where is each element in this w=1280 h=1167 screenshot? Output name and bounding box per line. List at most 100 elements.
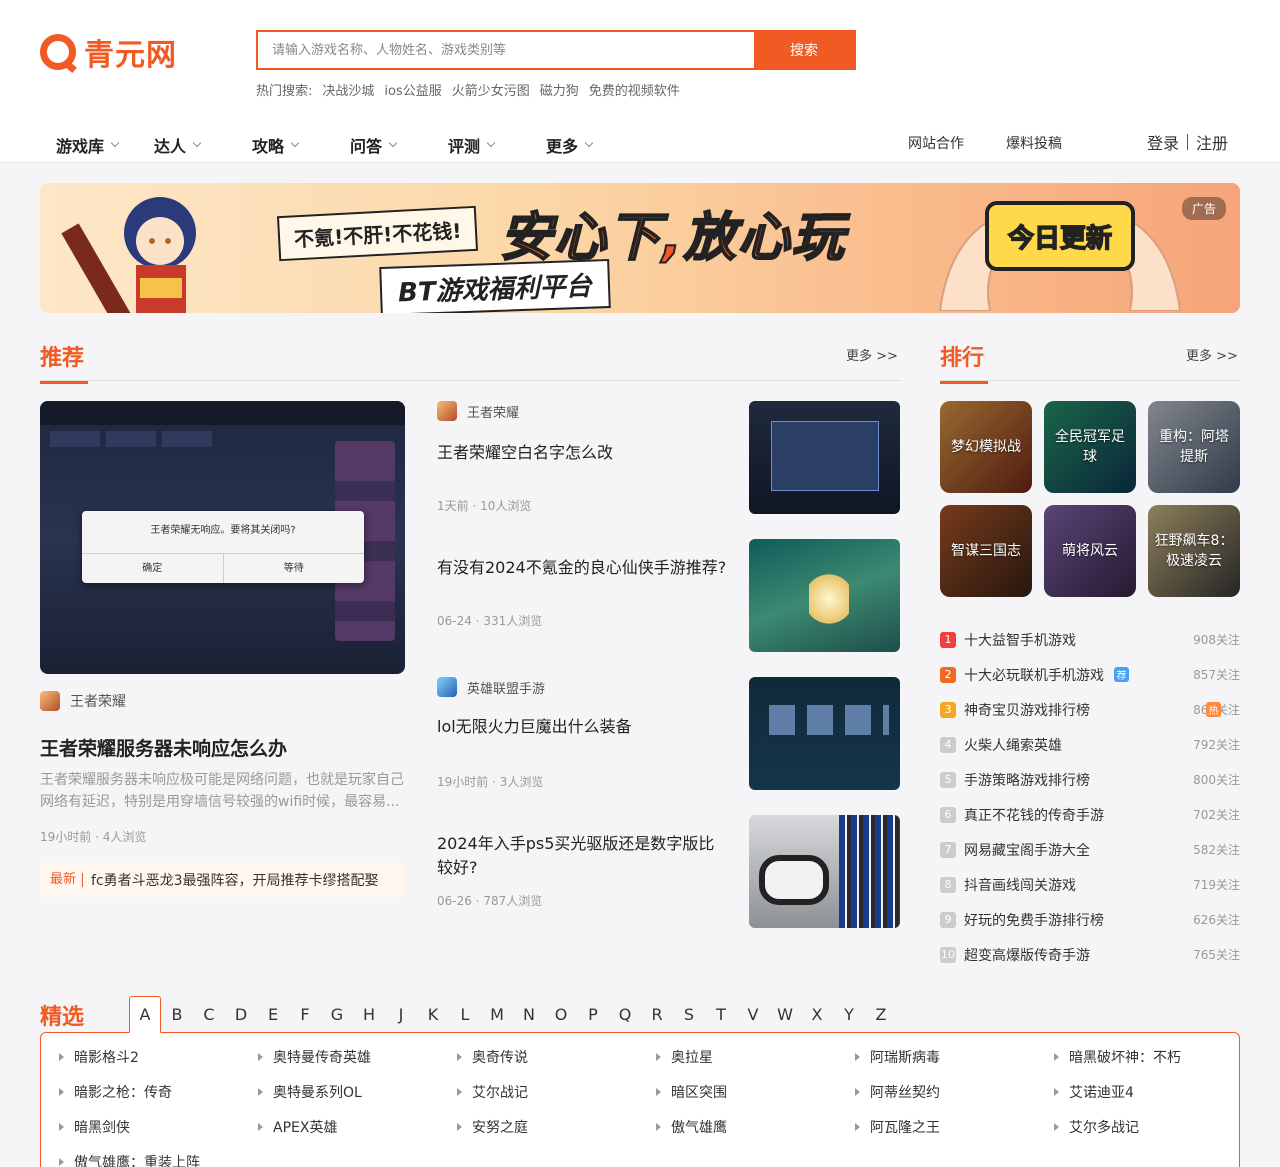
game-link[interactable]: 安努之庭: [457, 1117, 656, 1137]
letter-tab[interactable]: R: [641, 996, 673, 1032]
game-link[interactable]: 奥拉星: [656, 1047, 855, 1067]
letter-tab[interactable]: P: [577, 996, 609, 1032]
game-link[interactable]: 暗影之枪：传奇: [59, 1082, 258, 1102]
letter-tab[interactable]: M: [481, 996, 513, 1032]
triangle-right-icon: [258, 1088, 263, 1096]
rank-name: 手游策略游戏排行榜: [964, 772, 1090, 789]
nav-more[interactable]: 更多: [546, 133, 644, 157]
ranking-row[interactable]: 2 十大必玩联机手机游戏荐 857关注: [940, 657, 1240, 692]
screenshot-dialog: 王者荣耀无响应。要将其关闭吗? 确定 等待: [82, 511, 364, 583]
letter-tab[interactable]: W: [769, 996, 801, 1032]
ranking-row[interactable]: 1 十大益智手机游戏热 908关注: [940, 622, 1240, 717]
nav-guides[interactable]: 攻略: [252, 133, 350, 157]
game-cases: [839, 815, 900, 928]
article-thumbnail[interactable]: [749, 677, 900, 790]
game-link[interactable]: 暗影格斗2: [59, 1047, 258, 1067]
hot-search-label: 热门搜索:: [256, 84, 313, 99]
game-link[interactable]: 奥特曼系列OL: [258, 1082, 457, 1102]
ranking-row[interactable]: 9 好玩的免费手游排行榜 626关注: [940, 902, 1240, 937]
ranking-row[interactable]: 6 真正不花钱的传奇手游 702关注: [940, 797, 1240, 832]
game-link[interactable]: 阿蒂丝契约: [855, 1082, 1054, 1102]
letter-tab[interactable]: E: [257, 996, 289, 1032]
search-button[interactable]: 搜索: [754, 32, 854, 68]
game-link-label: 阿蒂丝契约: [870, 1085, 940, 1101]
game-link[interactable]: 奥特曼传奇英雄: [258, 1047, 457, 1067]
nav-reviews[interactable]: 评测: [448, 133, 546, 157]
letter-tab-a[interactable]: A: [129, 996, 161, 1033]
ranking-card[interactable]: 智谋三国志: [940, 505, 1032, 597]
game-link[interactable]: 暗黑破坏神：不朽: [1054, 1047, 1253, 1067]
letter-tab[interactable]: J: [385, 996, 417, 1032]
banner-headline: 安心下,放心玩: [499, 207, 846, 269]
game-link[interactable]: 阿瓦隆之王: [855, 1117, 1054, 1137]
game-link[interactable]: 艾诺迪亚4: [1054, 1082, 1253, 1102]
ranking-row[interactable]: 7 网易藏宝阁手游大全 582关注: [940, 832, 1240, 867]
triangle-right-icon: [59, 1123, 64, 1131]
letter-tab[interactable]: Z: [865, 996, 897, 1032]
ranking-row[interactable]: 5 手游策略游戏排行榜 800关注: [940, 762, 1240, 797]
nav-experts[interactable]: 达人: [154, 133, 252, 157]
ranking-row[interactable]: 3神奇宝贝游戏排行榜热864关注: [940, 692, 1240, 727]
nav-submit-tips[interactable]: 爆料投稿: [1006, 133, 1062, 153]
nav-site-cooperation[interactable]: 网站合作: [908, 133, 964, 153]
search-input[interactable]: [258, 32, 754, 68]
login-link[interactable]: 登录: [1147, 130, 1179, 154]
game-link[interactable]: 奥奇传说: [457, 1047, 656, 1067]
chevron-down-icon: [192, 138, 202, 148]
letter-tab[interactable]: D: [225, 996, 257, 1032]
game-link[interactable]: 艾尔多战记: [1054, 1117, 1253, 1137]
ranking-row[interactable]: 4 火柴人绳索英雄 792关注: [940, 727, 1240, 762]
featured-article-image[interactable]: 王者荣耀无响应。要将其关闭吗? 确定 等待: [40, 401, 405, 674]
ranking-card[interactable]: 萌将风云: [1044, 505, 1136, 597]
game-link[interactable]: 傲气雄鹰：重装上阵: [59, 1152, 258, 1167]
rank-number: 5: [940, 771, 956, 788]
hot-search-item[interactable]: 火箭少女污图: [452, 80, 530, 99]
game-link[interactable]: APEX英雄: [258, 1117, 457, 1137]
letter-tab[interactable]: Q: [609, 996, 641, 1032]
article-thumbnail[interactable]: [749, 401, 900, 514]
letter-tab[interactable]: X: [801, 996, 833, 1032]
nav-qa[interactable]: 问答: [350, 133, 448, 157]
letter-tab[interactable]: O: [545, 996, 577, 1032]
nav-game-library[interactable]: 游戏库: [56, 133, 154, 157]
register-link[interactable]: 注册: [1196, 130, 1228, 154]
game-link[interactable]: 暗区突围: [656, 1082, 855, 1102]
letter-tab[interactable]: S: [673, 996, 705, 1032]
letter-tab[interactable]: L: [449, 996, 481, 1032]
hot-search-item[interactable]: 免费的视频软件: [589, 80, 680, 99]
thumb-items: [769, 705, 889, 735]
hot-search-item[interactable]: 磁力狗: [540, 80, 579, 99]
article-thumbnail[interactable]: [749, 539, 900, 652]
ranking-card[interactable]: 狂野飙车8：极速凌云: [1148, 505, 1240, 597]
ranking-row[interactable]: 10 超变高爆版传奇手游 765关注: [940, 937, 1240, 972]
letter-tab[interactable]: G: [321, 996, 353, 1032]
game-link[interactable]: 阿瑞斯病毒: [855, 1047, 1054, 1067]
article-thumbnail[interactable]: [749, 815, 900, 928]
latest-news-bar[interactable]: 最新 fc勇者斗恶龙3最强阵容，开局推荐卡缪搭配娶: [40, 863, 405, 897]
game-link[interactable]: 暗黑剑侠: [59, 1117, 258, 1137]
game-link[interactable]: 傲气雄鹰: [656, 1117, 855, 1137]
letter-tab[interactable]: C: [193, 996, 225, 1032]
letter-tab[interactable]: F: [289, 996, 321, 1032]
ranking-more-link[interactable]: 更多 >>: [1186, 345, 1238, 364]
featured-game-tag[interactable]: 王者荣耀: [40, 691, 126, 711]
site-logo[interactable]: 青元网: [40, 30, 177, 74]
letter-tab[interactable]: T: [705, 996, 737, 1032]
ranking-row[interactable]: 8 抖音画线闯关游戏 719关注: [940, 867, 1240, 902]
ranking-card[interactable]: 重构：阿塔提斯: [1148, 401, 1240, 493]
hot-search-item[interactable]: 决战沙城: [322, 80, 374, 99]
letter-tab[interactable]: Y: [833, 996, 865, 1032]
recommend-more-link[interactable]: 更多 >>: [846, 345, 898, 364]
letter-tab[interactable]: K: [417, 996, 449, 1032]
letter-tab[interactable]: V: [737, 996, 769, 1032]
ranking-card[interactable]: 全民冠军足球: [1044, 401, 1136, 493]
featured-article-title[interactable]: 王者荣耀服务器未响应怎么办: [40, 734, 287, 761]
hot-search-item[interactable]: ios公益服: [384, 80, 441, 99]
letter-tab[interactable]: H: [353, 996, 385, 1032]
letter-tab[interactable]: B: [161, 996, 193, 1032]
card-label: 萌将风云: [1062, 543, 1118, 559]
letter-tab[interactable]: N: [513, 996, 545, 1032]
game-link[interactable]: 艾尔战记: [457, 1082, 656, 1102]
ad-banner[interactable]: 不氪!不肝!不花钱! 安心下,放心玩 BT游戏福利平台 今日更新 广告: [40, 183, 1240, 313]
ranking-card[interactable]: 梦幻模拟战: [940, 401, 1032, 493]
